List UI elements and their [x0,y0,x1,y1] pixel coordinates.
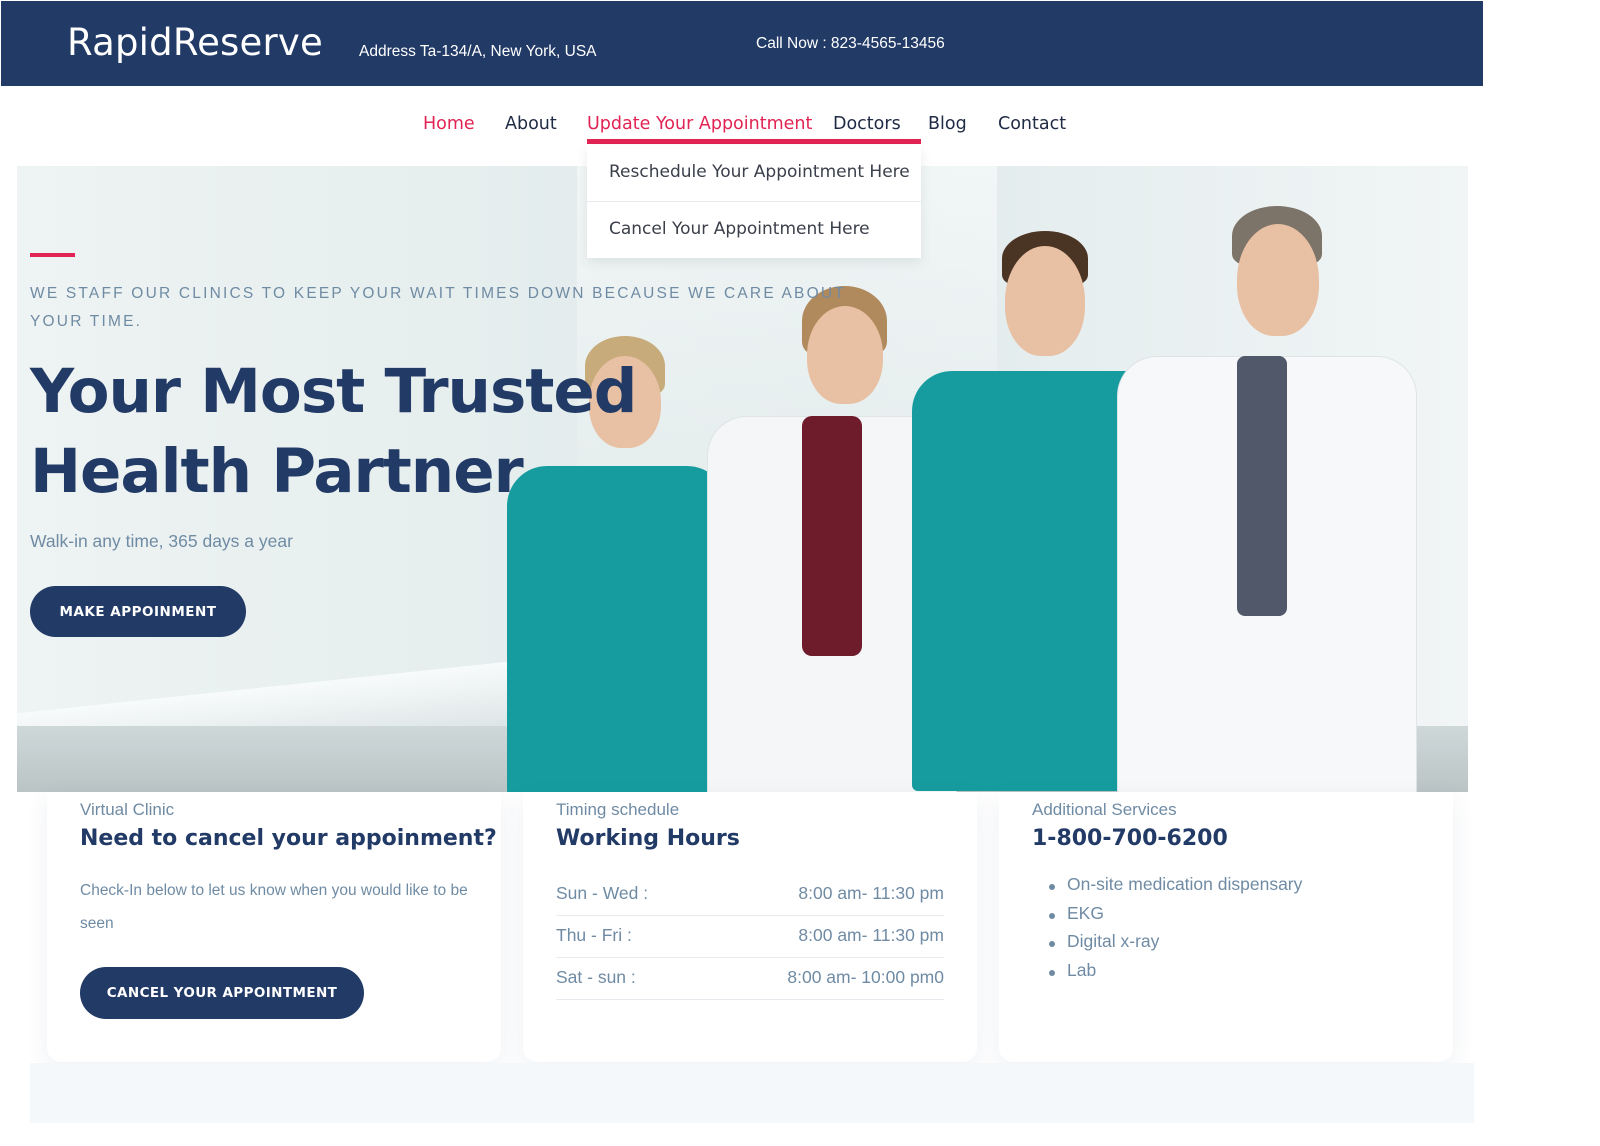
make-appointment-button[interactable]: MAKE APPOINMENT [30,586,246,637]
nav-doctors[interactable]: Doctors [833,114,901,134]
hours-day: Thu - Fri : [556,925,632,945]
nav-active-underline [587,139,921,144]
nav-about[interactable]: About [505,114,557,134]
hours-day: Sun - Wed : [556,883,649,903]
card-body: Check-In below to let us know when you w… [80,882,468,932]
header-address: Address Ta-134/A, New York, USA [359,43,597,60]
hero-accent-bar [30,253,75,257]
hours-time: 8:00 am- 10:00 pm0 [787,967,944,987]
header-call[interactable]: Call Now : 823-4565-13456 [756,35,945,53]
bottom-section-band [30,1063,1474,1123]
list-item: EKG [1048,903,1302,932]
hero-subline: Walk-in any time, 365 days a year [30,531,293,551]
hours-row: Sun - Wed : 8:00 am- 11:30 pm [556,874,944,916]
cancel-appointment-button[interactable]: CANCEL YOUR APPOINTMENT [80,967,364,1019]
brand-logo[interactable]: RapidReserve [67,21,323,64]
top-bar: RapidReserve Address Ta-134/A, New York,… [1,1,1483,86]
hours-day: Sat - sun : [556,967,636,987]
hours-time: 8:00 am- 11:30 pm [798,883,944,903]
appointment-dropdown: Reschedule Your Appointment Here Cancel … [587,145,921,258]
hours-time: 8:00 am- 11:30 pm [798,925,944,945]
card-title: Need to cancel your appoinment? [80,826,497,851]
card-kicker: Additional Services [1032,800,1177,819]
nav-blog[interactable]: Blog [928,114,967,134]
card-additional-services: Additional Services 1-800-700-6200 On-si… [999,792,1453,1062]
dropdown-reschedule[interactable]: Reschedule Your Appointment Here [609,162,910,182]
card-virtual-clinic: Virtual Clinic Need to cancel your appoi… [47,792,501,1062]
hours-row: Sat - sun : 8:00 am- 10:00 pm0 [556,958,944,1000]
list-item: Lab [1048,960,1302,989]
nav-home[interactable]: Home [423,114,475,134]
card-kicker: Virtual Clinic [80,800,175,819]
services-list: On-site medication dispensary EKG Digita… [1048,874,1302,989]
nav-contact[interactable]: Contact [998,114,1066,134]
list-item: Digital x-ray [1048,931,1302,960]
list-item: On-site medication dispensary [1048,874,1302,903]
hero-tagline: We staff our clinics to keep your wait t… [30,285,846,330]
hours-row: Thu - Fri : 8:00 am- 11:30 pm [556,916,944,958]
dropdown-cancel[interactable]: Cancel Your Appointment Here [609,219,870,239]
card-title: Working Hours [556,826,740,851]
services-phone[interactable]: 1-800-700-6200 [1032,826,1228,851]
nav-update-appointment[interactable]: Update Your Appointment [587,114,812,134]
dropdown-divider [587,201,921,202]
card-working-hours: Timing schedule Working Hours Sun - Wed … [523,792,977,1062]
card-kicker: Timing schedule [556,800,680,819]
hero-headline: Your Most Trusted Health Partner [30,356,637,507]
